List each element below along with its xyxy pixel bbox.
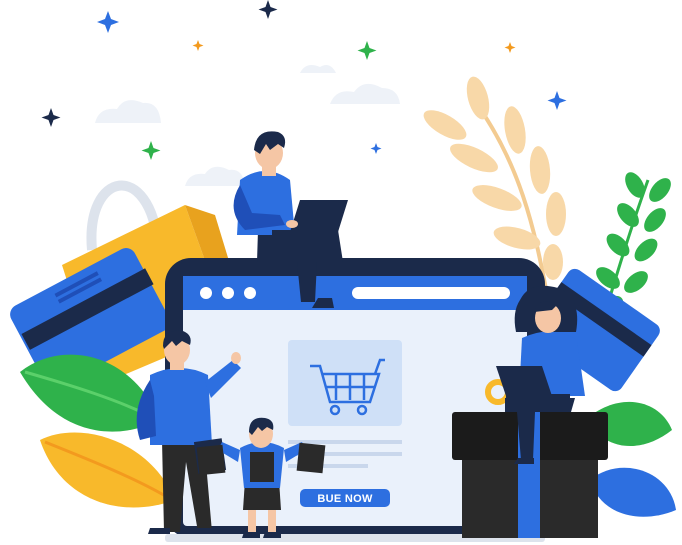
buy-now-label: BUE NOW [317, 493, 373, 505]
sparkle-icon [41, 0, 567, 160]
illustration-canvas: BUE NOW [10, 0, 676, 542]
online-shopping-illustration: BUE NOW [0, 0, 682, 545]
cloud-icon [95, 65, 400, 186]
